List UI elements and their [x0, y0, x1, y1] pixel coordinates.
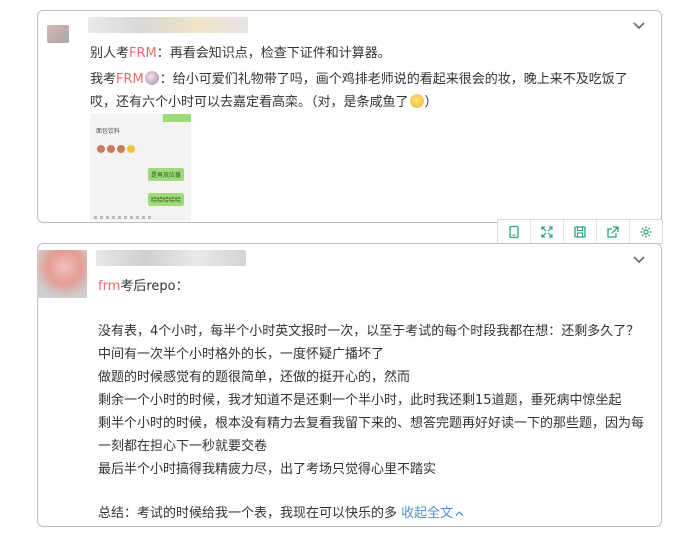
save-icon [574, 225, 586, 238]
username-blurred[interactable] [96, 250, 246, 266]
comment-card-1: 别人考FRM：再看会知识点，检查下证件和计算器。 我考FRM ：给小可爱们礼物带了… [37, 10, 662, 223]
chat-bubble-top [163, 114, 191, 122]
emoji-icon [144, 71, 159, 85]
post-line: 剩余一个小时的时候，我才知道不是还剩一个半小时，此时我还剩15道题，垂死病中惊坐… [98, 393, 622, 408]
save-button[interactable] [564, 220, 597, 243]
chat-bubble: 是再放应援 [148, 168, 185, 181]
frm-tag: FRM [116, 72, 144, 87]
chevron-down-icon[interactable] [631, 254, 647, 266]
post-line: 剩半个小时的时候，根本没有精力去复看我留下来的、想答完题再好好读一下的那些题，因… [98, 416, 645, 431]
expand-icon [541, 225, 553, 238]
comment-text: ：再看会知识点，检查下证件和计算器。 [156, 46, 391, 61]
chevron-down-icon[interactable] [631, 20, 647, 32]
share-button[interactable] [597, 220, 630, 243]
comment-text: ：给小可爱们礼物带了吗，画个鸡排老师说的看起来很会的妆，晚上来不及吃饭了 [159, 72, 628, 87]
title-text: 考后repo： [120, 279, 189, 294]
avatar[interactable] [47, 25, 69, 43]
gear-icon [640, 226, 652, 237]
collapse-label: 收起全文 [401, 506, 454, 521]
comment-text: 哎，还有六个小时可以去嘉定看高栾。（对，是条咸鱼了 [90, 95, 409, 110]
chat-caption: 面包饮料 [96, 128, 121, 135]
comment-text: ） [424, 95, 438, 110]
copy-button[interactable] [498, 220, 531, 243]
chat-screenshot-image[interactable]: 面包饮料 是再放应援 哈哈哈哈哈 [90, 114, 191, 221]
copy-icon [509, 225, 519, 238]
comment-line: 哎，还有六个小时可以去嘉定看高栾。（对，是条咸鱼了 ） [90, 91, 438, 110]
summary-text: 总结：考试的时候给我一个表，我现在可以快乐的多 [98, 506, 398, 521]
avatar[interactable] [37, 250, 87, 298]
post-line: 做题的时候感觉有的题很简单，还做的挺开心的，然而 [98, 370, 411, 385]
collapse-link[interactable]: 收起全文 [401, 506, 464, 521]
post-title: frm考后repo： [98, 275, 189, 294]
comment-line: 我考FRM ：给小可爱们礼物带了吗，画个鸡排老师说的看起来很会的妆，晚上来不及吃饭… [90, 68, 628, 87]
emoji-icon [107, 145, 115, 153]
username-blurred[interactable] [88, 17, 248, 33]
chat-footer [94, 216, 154, 219]
comment-text: 别人考 [90, 46, 130, 61]
post-line: 一刻都在担心下一秒就要交卷 [98, 439, 268, 454]
comment-text: 我考 [90, 72, 117, 87]
emoji-icon [97, 145, 105, 153]
chevron-up-icon [455, 511, 464, 516]
comment-card-2: frm考后repo： 没有表，4个小时，每半个小时英文报时一次，以至于考试的每个… [37, 243, 662, 527]
post-line: 中间有一次半个小时格外的长，一度怀疑广播坏了 [98, 347, 385, 362]
comment-line: 别人考FRM：再看会知识点，检查下证件和计算器。 [90, 42, 391, 61]
image-toolbar [497, 219, 663, 244]
post-line: 最后半个小时搞得我精疲力尽，出了考场只觉得心里不踏实 [98, 462, 437, 477]
summary-line: 总结：考试的时候给我一个表，我现在可以快乐的多 收起全文 [98, 502, 464, 521]
emoji-icon [127, 145, 135, 153]
post-line: 没有表，4个小时，每半个小时英文报时一次，以至于考试的每个时段我都在想：还剩多久… [98, 324, 640, 339]
frm-tag: FRM [129, 46, 157, 61]
share-icon [607, 225, 619, 238]
chat-bubble: 哈哈哈哈哈 [148, 193, 185, 206]
settings-button[interactable] [630, 220, 662, 243]
frm-tag: frm [98, 279, 121, 294]
laugh-emoji-icon [409, 94, 424, 108]
expand-button[interactable] [531, 220, 564, 243]
chat-emoji-row [96, 144, 136, 153]
emoji-icon [117, 145, 125, 153]
